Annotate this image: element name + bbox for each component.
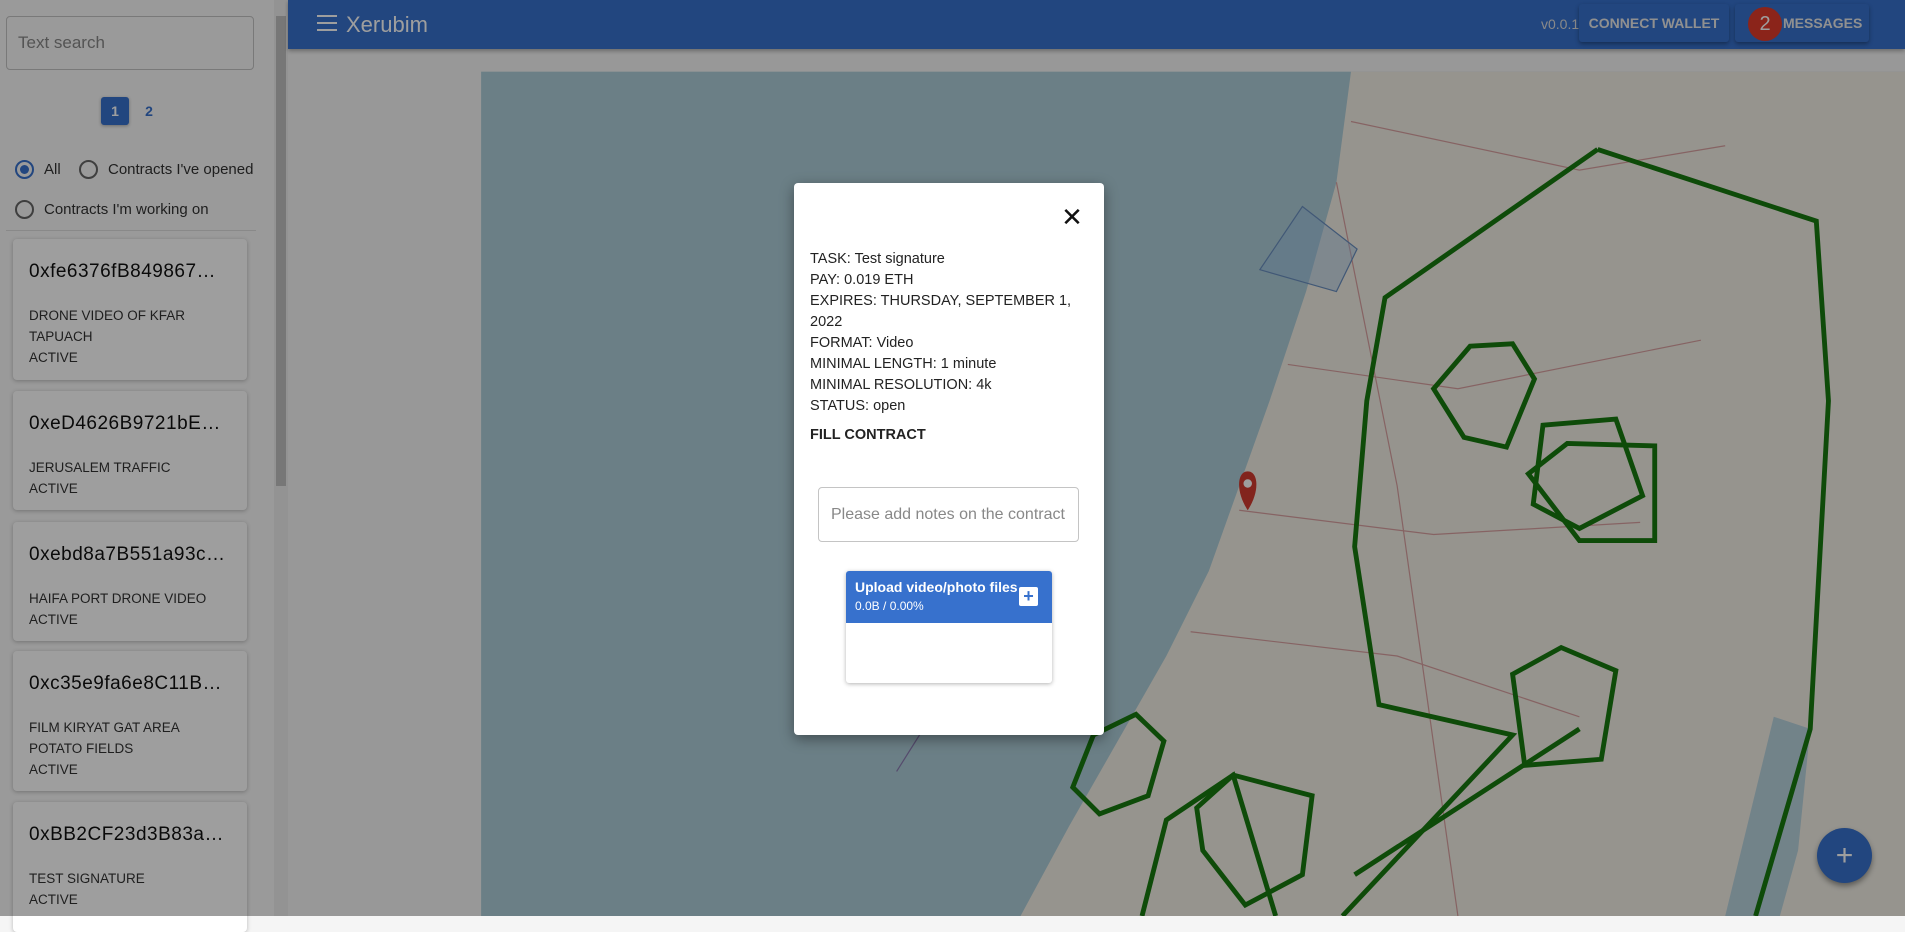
pay-text: PAY: 0.019 ETH: [810, 272, 914, 288]
close-icon[interactable]: ✕: [1060, 204, 1084, 230]
upload-header: Upload video/photo files 0.0B / 0.00% +: [846, 571, 1052, 623]
notes-input[interactable]: [818, 487, 1079, 542]
task-text: TASK: Test signature: [810, 251, 945, 267]
min-resolution-text: MINIMAL RESOLUTION: 4k: [810, 377, 992, 393]
expires-text: EXPIRES: THURSDAY, SEPTEMBER 1, 2022: [810, 293, 1072, 330]
status-text: STATUS: open: [810, 398, 906, 414]
add-file-icon[interactable]: +: [1019, 587, 1038, 606]
contract-details: TASK: Test signature PAY: 0.019 ETH EXPI…: [810, 249, 1104, 417]
fill-contract-heading: FILL CONTRACT: [810, 427, 926, 443]
min-length-text: MINIMAL LENGTH: 1 minute: [810, 356, 997, 372]
upload-progress: 0.0B / 0.00%: [855, 599, 924, 613]
format-text: FORMAT: Video: [810, 335, 914, 351]
upload-widget[interactable]: Upload video/photo files 0.0B / 0.00% +: [846, 571, 1052, 683]
contract-modal: ✕ TASK: Test signature PAY: 0.019 ETH EX…: [794, 183, 1104, 735]
upload-title: Upload video/photo files: [855, 579, 1018, 595]
